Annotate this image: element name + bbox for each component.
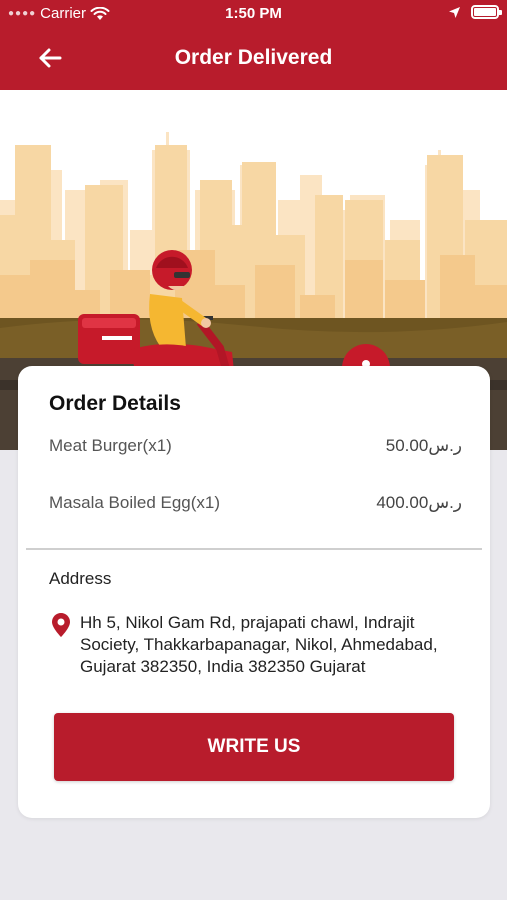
- page-title: Order Delivered: [174, 46, 333, 69]
- map-pin-icon: [52, 613, 70, 637]
- order-item-name: Meat Burger(x1): [49, 436, 172, 455]
- order-item-price: 50.00ر.س: [385, 436, 462, 455]
- order-item-name: Masala Boiled Egg(x1): [49, 493, 221, 512]
- order-item: Masala Boiled Egg(x1) 400.00ر.س: [49, 493, 462, 515]
- status-time: 1:50 PM: [225, 5, 282, 22]
- order-details-title: Order Details: [49, 392, 181, 415]
- order-details-card: Order Details Meat Burger(x1) 50.00ر.س M…: [18, 366, 490, 818]
- battery-icon: [471, 5, 502, 19]
- address-text: Hh 5, Nikol Gam Rd, prajapati chawl, Ind…: [80, 613, 438, 676]
- divider: [26, 548, 482, 550]
- status-bar: ●●●● Carrier 1:50 PM: [0, 0, 507, 28]
- status-right: [448, 5, 502, 19]
- order-item-price: 400.00ر.س: [376, 493, 462, 512]
- order-item: Meat Burger(x1) 50.00ر.س: [49, 436, 462, 458]
- nav-bar: Order Delivered: [0, 28, 507, 90]
- write-us-button[interactable]: WRITE US: [54, 713, 454, 781]
- location-arrow-icon: [449, 6, 460, 18]
- address-label: Address: [49, 569, 112, 588]
